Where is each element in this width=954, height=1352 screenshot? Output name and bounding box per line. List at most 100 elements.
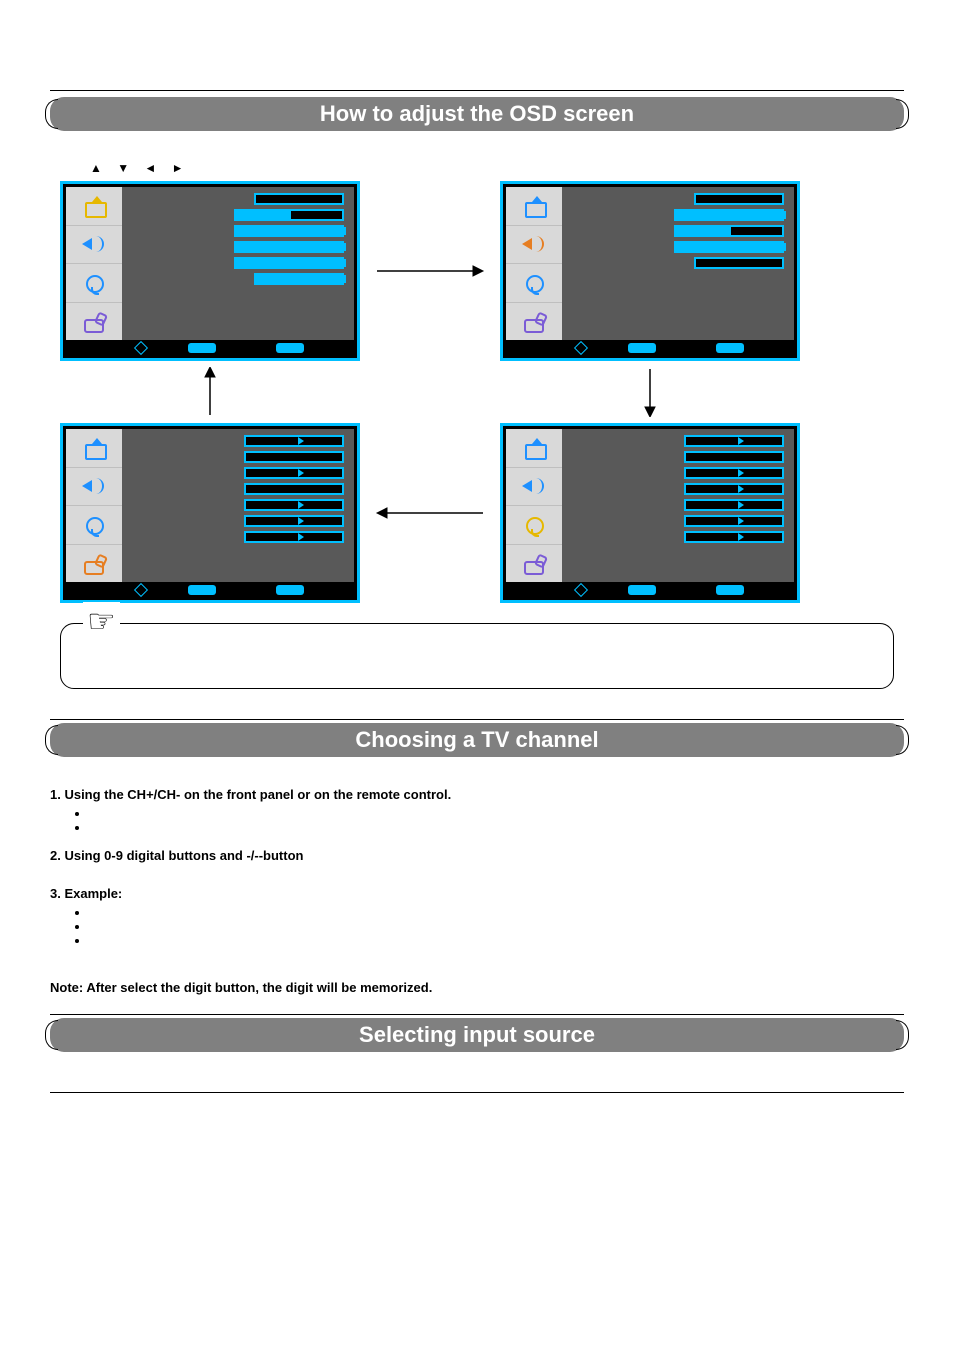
page-bottom-rule	[50, 1092, 904, 1093]
osd-screen-picture	[60, 181, 360, 361]
osd-footer	[66, 583, 354, 597]
channel-step-1-bullets	[90, 806, 904, 834]
osd-flow-grid	[60, 181, 904, 603]
osd-menu-row[interactable]	[234, 241, 344, 253]
spk-icon	[522, 476, 546, 496]
osd-menu-row[interactable]	[684, 467, 784, 479]
osd-tab-hand[interactable]	[66, 545, 122, 583]
tv-icon	[82, 438, 106, 458]
spk-icon	[82, 234, 106, 254]
channel-step-3-bullets	[90, 905, 904, 947]
osd-tab-globe[interactable]	[506, 506, 562, 545]
diamond-icon	[134, 583, 148, 597]
osd-footer-button[interactable]	[716, 585, 744, 595]
osd-tab-spk[interactable]	[66, 226, 122, 265]
page-top-rule	[50, 90, 904, 91]
osd-menu-row[interactable]	[234, 257, 344, 269]
channel-note: Note: After select the digit button, the…	[50, 980, 904, 995]
osd-menu-row[interactable]	[674, 225, 784, 237]
spk-icon	[522, 234, 546, 254]
osd-tab-tv[interactable]	[66, 187, 122, 226]
arrow-down-icon	[640, 367, 660, 417]
spk-icon	[82, 476, 106, 496]
section-channel-title: Choosing a TV channel	[355, 727, 598, 752]
hand-icon	[82, 311, 106, 331]
globe-icon	[522, 515, 546, 535]
osd-tab-hand[interactable]	[506, 545, 562, 583]
section-divider-2	[50, 1014, 904, 1015]
osd-footer-button[interactable]	[276, 585, 304, 595]
osd-footer	[506, 341, 794, 355]
osd-menu-row[interactable]	[684, 515, 784, 527]
osd-screen-sound	[500, 181, 800, 361]
osd-menu-row[interactable]	[674, 209, 784, 221]
tv-icon	[522, 196, 546, 216]
osd-tab-globe[interactable]	[66, 506, 122, 545]
osd-menu-row[interactable]	[684, 499, 784, 511]
osd-footer-button[interactable]	[276, 343, 304, 353]
osd-tab-spk[interactable]	[506, 226, 562, 265]
hand-icon	[82, 553, 106, 573]
osd-tab-spk[interactable]	[66, 468, 122, 507]
channel-step-1: 1. Using the CH+/CH- on the front panel …	[50, 787, 904, 802]
osd-menu-row[interactable]	[694, 257, 784, 269]
section-source-heading: Selecting input source	[50, 1018, 904, 1052]
section-osd-title: How to adjust the OSD screen	[320, 101, 634, 126]
arrow-left-icon	[370, 503, 490, 523]
osd-menu-row[interactable]	[694, 193, 784, 205]
osd-menu-row[interactable]	[244, 499, 344, 511]
osd-menu-row[interactable]	[244, 435, 344, 447]
osd-menu-row[interactable]	[244, 531, 344, 543]
hand-icon	[522, 553, 546, 573]
globe-icon	[82, 515, 106, 535]
channel-step-2: 2. Using 0-9 digital buttons and -/--but…	[50, 848, 904, 863]
hand-icon	[522, 311, 546, 331]
osd-menu-row[interactable]	[684, 531, 784, 543]
osd-screen-function	[60, 423, 360, 603]
osd-footer-button[interactable]	[716, 343, 744, 353]
osd-menu-row[interactable]	[254, 193, 344, 205]
osd-tab-hand[interactable]	[506, 303, 562, 341]
globe-icon	[522, 273, 546, 293]
arrow-up-icon	[200, 367, 220, 417]
arrow-right-icon	[370, 261, 490, 281]
channel-step-3: 3. Example:	[50, 886, 904, 901]
osd-menu-row[interactable]	[684, 451, 784, 463]
section-osd-heading: How to adjust the OSD screen	[50, 97, 904, 131]
osd-menu-row[interactable]	[244, 483, 344, 495]
osd-menu-row[interactable]	[684, 483, 784, 495]
dpad-arrows-label: ▲ ▼ ◄ ►	[90, 161, 904, 175]
osd-tab-tv[interactable]	[66, 429, 122, 468]
tv-icon	[82, 196, 106, 216]
section-divider	[50, 719, 904, 720]
osd-footer-button[interactable]	[628, 343, 656, 353]
osd-screen-system	[500, 423, 800, 603]
osd-menu-row[interactable]	[684, 435, 784, 447]
tv-icon	[522, 438, 546, 458]
osd-tab-tv[interactable]	[506, 429, 562, 468]
osd-tab-spk[interactable]	[506, 468, 562, 507]
osd-tab-globe[interactable]	[66, 264, 122, 303]
osd-menu-row[interactable]	[254, 273, 344, 285]
osd-menu-row[interactable]	[234, 209, 344, 221]
osd-tab-hand[interactable]	[66, 303, 122, 341]
osd-footer-button[interactable]	[188, 343, 216, 353]
osd-menu-row[interactable]	[244, 467, 344, 479]
diamond-icon	[574, 341, 588, 355]
osd-footer-button[interactable]	[628, 585, 656, 595]
osd-footer-button[interactable]	[188, 585, 216, 595]
osd-tab-globe[interactable]	[506, 264, 562, 303]
section-channel-heading: Choosing a TV channel	[50, 723, 904, 757]
osd-menu-row[interactable]	[674, 241, 784, 253]
osd-menu-row[interactable]	[234, 225, 344, 237]
pointing-hand-icon: ☞	[83, 602, 120, 640]
diamond-icon	[134, 341, 148, 355]
osd-note-box: ☞	[60, 623, 894, 689]
osd-menu-row[interactable]	[244, 515, 344, 527]
section-source-title: Selecting input source	[359, 1022, 595, 1047]
diamond-icon	[574, 583, 588, 597]
osd-tab-tv[interactable]	[506, 187, 562, 226]
osd-menu-row[interactable]	[244, 451, 344, 463]
osd-footer	[66, 341, 354, 355]
globe-icon	[82, 273, 106, 293]
